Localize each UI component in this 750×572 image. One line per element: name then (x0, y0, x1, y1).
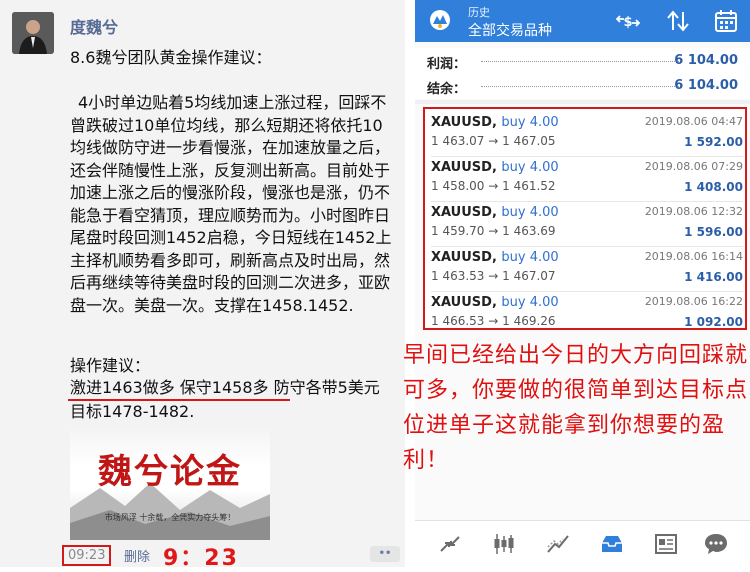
poster-image[interactable]: 魏兮论金 市场风浮 十余载，全凭实力夺头筹！ (70, 428, 270, 540)
trade-prices: 1 463.53 → 1 467.07 (431, 269, 556, 283)
advice-label: 操作建议： (70, 356, 151, 375)
quotes-icon[interactable] (437, 531, 463, 557)
trade-symbol: XAUUSD, buy 4.00 (431, 205, 559, 220)
chart-icon[interactable] (491, 531, 517, 557)
more-options-button[interactable]: •• (370, 546, 400, 562)
trade-row[interactable]: XAUUSD, buy 4.00 1 458.00 → 1 461.52 201… (431, 157, 743, 202)
header-title[interactable]: 全部交易品种 (468, 20, 552, 40)
trade-side: buy 4.00 (501, 295, 559, 310)
trade-profit: 1 596.00 (684, 225, 743, 239)
profit-label: 利润： (427, 57, 467, 72)
dotted-leader (481, 61, 681, 62)
calendar-icon[interactable] (713, 8, 739, 34)
trade-icon[interactable] (545, 531, 571, 557)
section-divider (415, 100, 750, 104)
trade-row[interactable]: XAUUSD, buy 4.00 1 459.70 → 1 463.69 201… (431, 202, 743, 247)
dollar-arrows-icon[interactable]: $ (615, 8, 641, 34)
mt4-history-screen: 历史 全部交易品种 $ 利润： 6 104.00 结余： 6 104.00 XA… (415, 0, 750, 567)
trade-profit: 1 592.00 (684, 135, 743, 149)
profit-row: 利润： 6 104.00 (415, 48, 750, 74)
post-body: 4小时单边贴着5均线加速上涨过程，回踩不曾跌破过10单位均线，那么短期还将依托1… (70, 93, 392, 315)
balance-value: 6 104.00 (674, 78, 738, 93)
trade-date: 2019.08.06 12:32 (644, 205, 743, 218)
profit-value: 6 104.00 (674, 53, 738, 68)
username[interactable]: 度魏兮 (70, 14, 118, 38)
advice-highlight: 激进1463做多 保守1458多 (70, 378, 269, 397)
avatar[interactable] (12, 12, 54, 54)
trade-side: buy 4.00 (501, 250, 559, 265)
trade-prices: 1 458.00 → 1 461.52 (431, 179, 556, 193)
mt4-header: 历史 全部交易品种 $ (415, 0, 750, 42)
news-icon[interactable] (653, 531, 679, 557)
metatrader-logo-icon[interactable] (429, 9, 451, 31)
header-subtitle: 历史 (468, 6, 490, 19)
svg-text:$: $ (623, 15, 632, 30)
trade-date: 2019.08.06 04:47 (644, 115, 743, 128)
poster-subtitle: 市场风浮 十余载，全凭实力夺头筹！ (104, 513, 236, 522)
history-icon[interactable] (599, 531, 625, 557)
trade-list: XAUUSD, buy 4.00 1 463.07 → 1 467.05 201… (423, 107, 747, 330)
trade-side: buy 4.00 (501, 205, 559, 220)
sort-icon[interactable] (665, 8, 691, 34)
trade-date: 2019.08.06 16:14 (644, 250, 743, 263)
balance-row: 结余： 6 104.00 (415, 73, 750, 99)
trade-prices: 1 463.07 → 1 467.05 (431, 134, 556, 148)
annotation-note: 早间已经给出今日的大方向回踩就可多，你要做的很简单到达目标点位进单子这就能拿到你… (403, 343, 749, 473)
trade-date: 2019.08.06 16:22 (644, 295, 743, 308)
time-annotation: 9：23 (163, 546, 239, 571)
trade-symbol: XAUUSD, buy 4.00 (431, 115, 559, 130)
balance-label: 结余： (427, 82, 467, 97)
trade-side: buy 4.00 (501, 160, 559, 175)
post-title: 8.6魏兮团队黄金操作建议： (70, 48, 272, 67)
trade-symbol: XAUUSD, buy 4.00 (431, 160, 559, 175)
chat-icon[interactable] (703, 531, 729, 557)
trade-row[interactable]: XAUUSD, buy 4.00 1 463.07 → 1 467.05 201… (431, 112, 743, 157)
wechat-post: 度魏兮 8.6魏兮团队黄金操作建议： 4小时单边贴着5均线加速上涨过程，回踩不曾… (0, 0, 405, 571)
trade-prices: 1 466.53 → 1 469.26 (431, 314, 556, 328)
trade-profit: 1 092.00 (684, 315, 743, 329)
bottom-navigation (415, 520, 750, 568)
trade-symbol: XAUUSD, buy 4.00 (431, 295, 559, 310)
advice-underline (68, 399, 290, 401)
trade-date: 2019.08.06 07:29 (644, 160, 743, 173)
dotted-leader (481, 86, 681, 87)
delete-link[interactable]: 删除 (124, 546, 150, 565)
trade-row[interactable]: XAUUSD, buy 4.00 1 463.53 → 1 467.07 201… (431, 247, 743, 292)
trade-profit: 1 408.00 (684, 180, 743, 194)
trade-row[interactable]: XAUUSD, buy 4.00 1 466.53 → 1 469.26 201… (431, 292, 743, 336)
trade-side: buy 4.00 (501, 115, 559, 130)
trade-symbol: XAUUSD, buy 4.00 (431, 250, 559, 265)
poster-title: 魏兮论金 (98, 452, 242, 492)
trade-prices: 1 459.70 → 1 463.69 (431, 224, 556, 238)
trade-profit: 1 416.00 (684, 270, 743, 284)
avatar-person-icon (12, 12, 54, 54)
post-time: 09:23 (62, 545, 112, 566)
